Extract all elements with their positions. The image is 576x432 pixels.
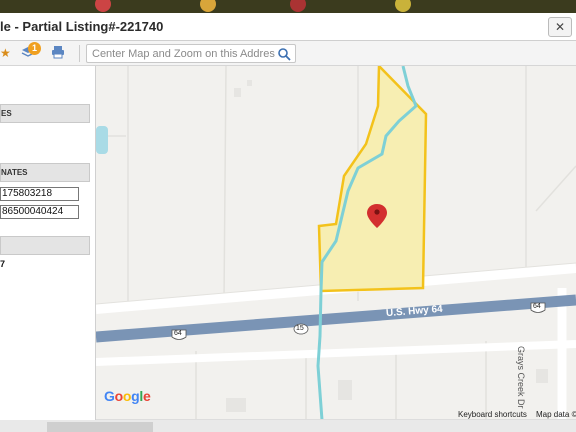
footer-panel xyxy=(47,422,153,432)
decor-flower xyxy=(290,0,306,12)
longitude-field[interactable]: 86500040424 xyxy=(0,205,79,219)
notification-badge: 1 xyxy=(28,42,41,55)
print-icon[interactable] xyxy=(50,45,66,62)
dialog-title: le - Partial Listing#-221740 xyxy=(0,19,164,34)
parcel-boundary[interactable] xyxy=(317,66,428,293)
dialog-title-bar: le - Partial Listing#-221740 ✕ xyxy=(0,13,576,41)
section-header[interactable]: ES xyxy=(0,104,90,123)
dialog-footer xyxy=(0,420,576,432)
latitude-field[interactable]: 175803218 xyxy=(0,187,79,201)
keyboard-shortcuts-link[interactable]: Keyboard shortcuts xyxy=(458,410,527,419)
route-shield-64-label: 64 xyxy=(174,330,182,337)
address-search-box xyxy=(86,44,296,63)
listing-sidebar: ES NATES 175803218 86500040424 7 xyxy=(0,66,96,432)
address-search-input[interactable] xyxy=(87,45,275,62)
decor-flower xyxy=(200,0,216,12)
decor-flower xyxy=(95,0,111,12)
background-page-strip xyxy=(0,0,576,13)
star-icon[interactable]: ★ xyxy=(0,45,11,62)
listing-dialog: le - Partial Listing#-221740 ✕ ★ 1 Cente… xyxy=(0,13,576,432)
route-shield-64-label: 64 xyxy=(533,303,541,310)
frontage-road xyxy=(96,340,576,366)
google-map[interactable]: 64 15 64 U.S. Hwy 64 Grays Creek Dr Goog… xyxy=(96,66,576,420)
map-canvas xyxy=(96,66,576,419)
pond xyxy=(96,126,108,154)
close-button[interactable]: ✕ xyxy=(548,17,572,37)
search-icon[interactable] xyxy=(277,47,291,61)
section-header[interactable] xyxy=(0,236,90,255)
google-logo: Google xyxy=(104,388,151,404)
map-data-attribution[interactable]: Map data © xyxy=(536,410,576,419)
sidebar-value: 7 xyxy=(0,259,6,269)
street-label: Grays Creek Dr xyxy=(516,346,526,409)
coordinates-header[interactable]: NATES xyxy=(0,163,90,182)
toolbar-divider xyxy=(79,45,80,62)
route-shield-15-label: 15 xyxy=(296,325,304,332)
print-icon-glyph xyxy=(52,46,64,59)
map-toolbar: ★ 1 xyxy=(0,41,576,66)
decor-flower xyxy=(395,0,411,12)
